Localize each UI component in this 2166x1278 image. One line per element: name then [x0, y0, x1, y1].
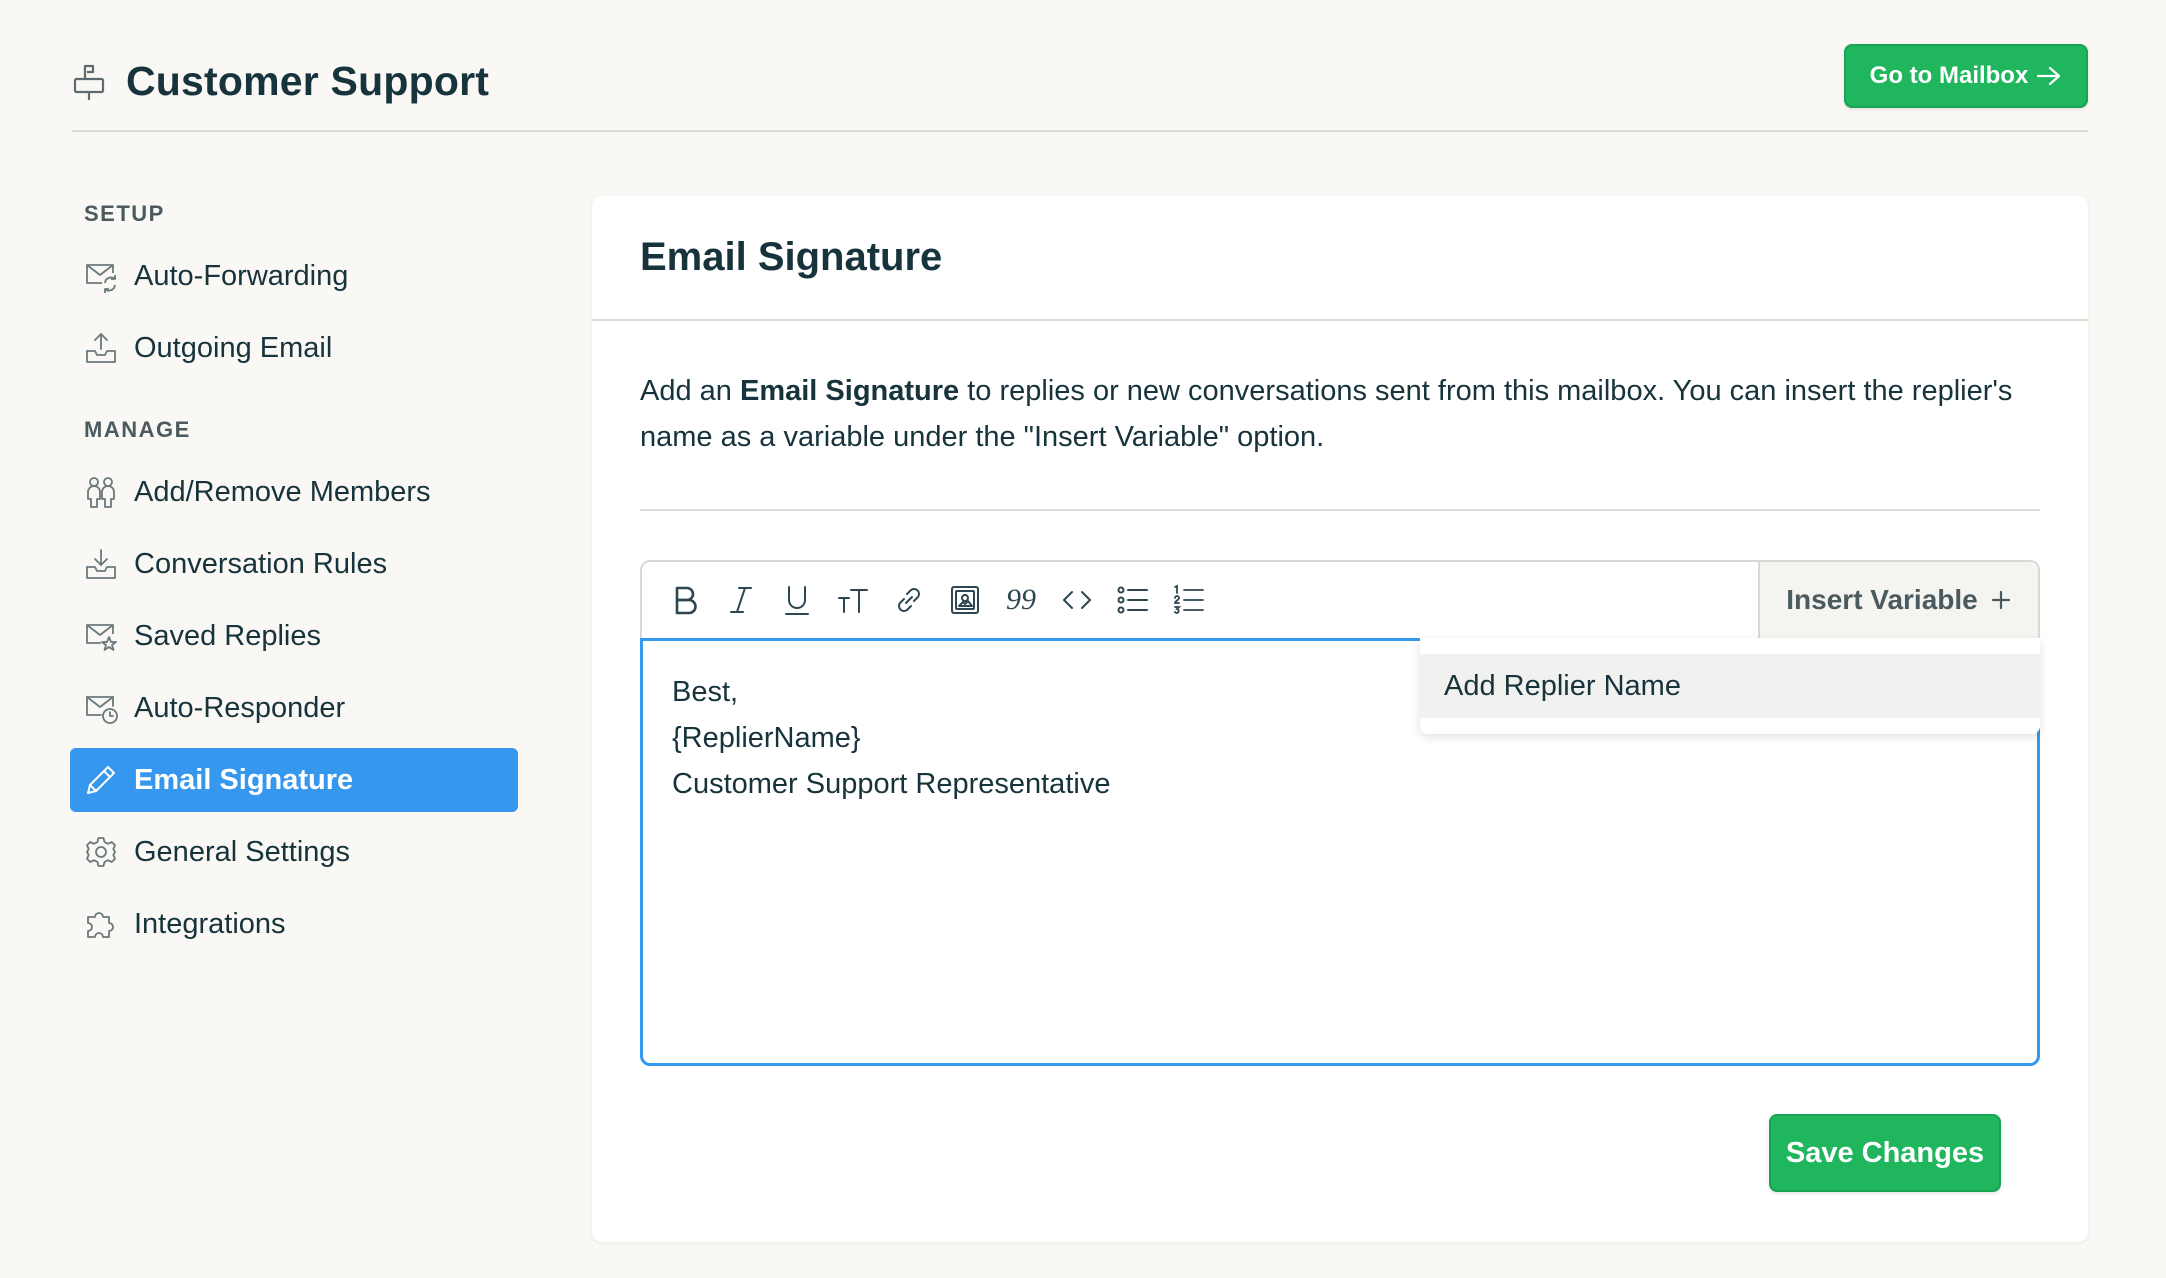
editor-toolbar: 99 Insert Variable — [640, 560, 2040, 638]
sidebar-item-label: Email Signature — [134, 763, 354, 796]
sidebar-section-setup: SETUP — [84, 201, 165, 226]
sidebar-item-saved-replies[interactable]: Saved Replies — [70, 604, 518, 668]
tray-upload-icon — [84, 331, 118, 365]
sidebar-item-label: General Settings — [134, 835, 351, 868]
description-emphasis: Email Signature — [739, 375, 960, 407]
underline-icon[interactable] — [778, 580, 816, 620]
plus-icon — [1990, 589, 2012, 611]
sidebar-item-email-signature[interactable]: Email Signature — [70, 748, 518, 812]
sidebar-item-auto-responder[interactable]: Auto-Responder — [70, 676, 518, 740]
mailbox-icon — [72, 62, 106, 102]
numbered-list-icon[interactable] — [1170, 580, 1208, 620]
quote-icon[interactable]: 99 — [1002, 580, 1040, 620]
code-icon[interactable] — [1058, 580, 1096, 620]
divider — [640, 509, 2040, 511]
image-icon[interactable] — [946, 580, 984, 620]
gear-icon — [84, 835, 118, 869]
sidebar-item-integrations[interactable]: Integrations — [70, 892, 518, 956]
sidebar-item-label: Outgoing Email — [134, 331, 333, 364]
arrow-right-icon — [2036, 65, 2062, 87]
bold-icon[interactable] — [666, 580, 704, 620]
save-changes-button[interactable]: Save Changes — [1769, 1114, 2001, 1192]
tray-download-icon — [84, 547, 118, 581]
sidebar-item-general-settings[interactable]: General Settings — [70, 820, 518, 884]
brand: Customer Support — [72, 58, 489, 105]
go-to-mailbox-label: Go to Mailbox — [1869, 62, 2029, 89]
sidebar-item-label: Auto-Responder — [134, 691, 346, 724]
mail-clock-icon — [84, 691, 118, 725]
sidebar-item-label: Saved Replies — [134, 619, 321, 652]
insert-variable-dropdown: Add Replier Name — [1420, 638, 2040, 734]
sidebar-item-label: Integrations — [134, 907, 286, 940]
link-icon[interactable] — [890, 580, 928, 620]
puzzle-icon — [84, 907, 118, 941]
page-header: Customer Support Go to Mailbox — [72, 44, 2088, 132]
sidebar-item-add-remove-members[interactable]: Add/Remove Members — [70, 460, 518, 524]
italic-icon[interactable] — [722, 580, 760, 620]
description-text: Add an Email Signature to replies or new… — [640, 375, 2013, 453]
signature-editor: 99 Insert Variable Best, {ReplierName} C… — [640, 560, 2040, 1066]
sidebar-item-label: Auto-Forwarding — [134, 259, 349, 292]
signature-line: Customer Support Representative — [672, 768, 1111, 800]
members-icon — [84, 475, 118, 509]
bullet-list-icon[interactable] — [1114, 580, 1152, 620]
mail-star-icon — [84, 619, 118, 653]
sidebar: SETUP Auto-Forwarding Outgoing Email MAN… — [70, 198, 518, 964]
sidebar-item-outgoing-email[interactable]: Outgoing Email — [70, 316, 518, 380]
sidebar-item-label: Add/Remove Members — [134, 475, 431, 508]
sidebar-item-label: Conversation Rules — [134, 547, 388, 580]
card-header: Email Signature — [592, 196, 2088, 321]
go-to-mailbox-button[interactable]: Go to Mailbox — [1844, 44, 2088, 108]
email-signature-card: Email Signature Add an Email Signature t… — [592, 196, 2088, 1242]
add-replier-name-option[interactable]: Add Replier Name — [1420, 654, 2040, 718]
mail-forward-icon — [84, 259, 118, 293]
text-size-icon[interactable] — [834, 580, 872, 620]
page-title: Email Signature — [640, 235, 943, 279]
pencil-icon — [84, 763, 118, 797]
app-title: Customer Support — [126, 58, 490, 104]
insert-variable-label: Insert Variable — [1786, 584, 1978, 615]
sidebar-section-manage: MANAGE — [84, 417, 191, 442]
sidebar-item-conversation-rules[interactable]: Conversation Rules — [70, 532, 518, 596]
insert-variable-button[interactable]: Insert Variable — [1758, 562, 2038, 638]
sidebar-item-auto-forwarding[interactable]: Auto-Forwarding — [70, 244, 518, 308]
